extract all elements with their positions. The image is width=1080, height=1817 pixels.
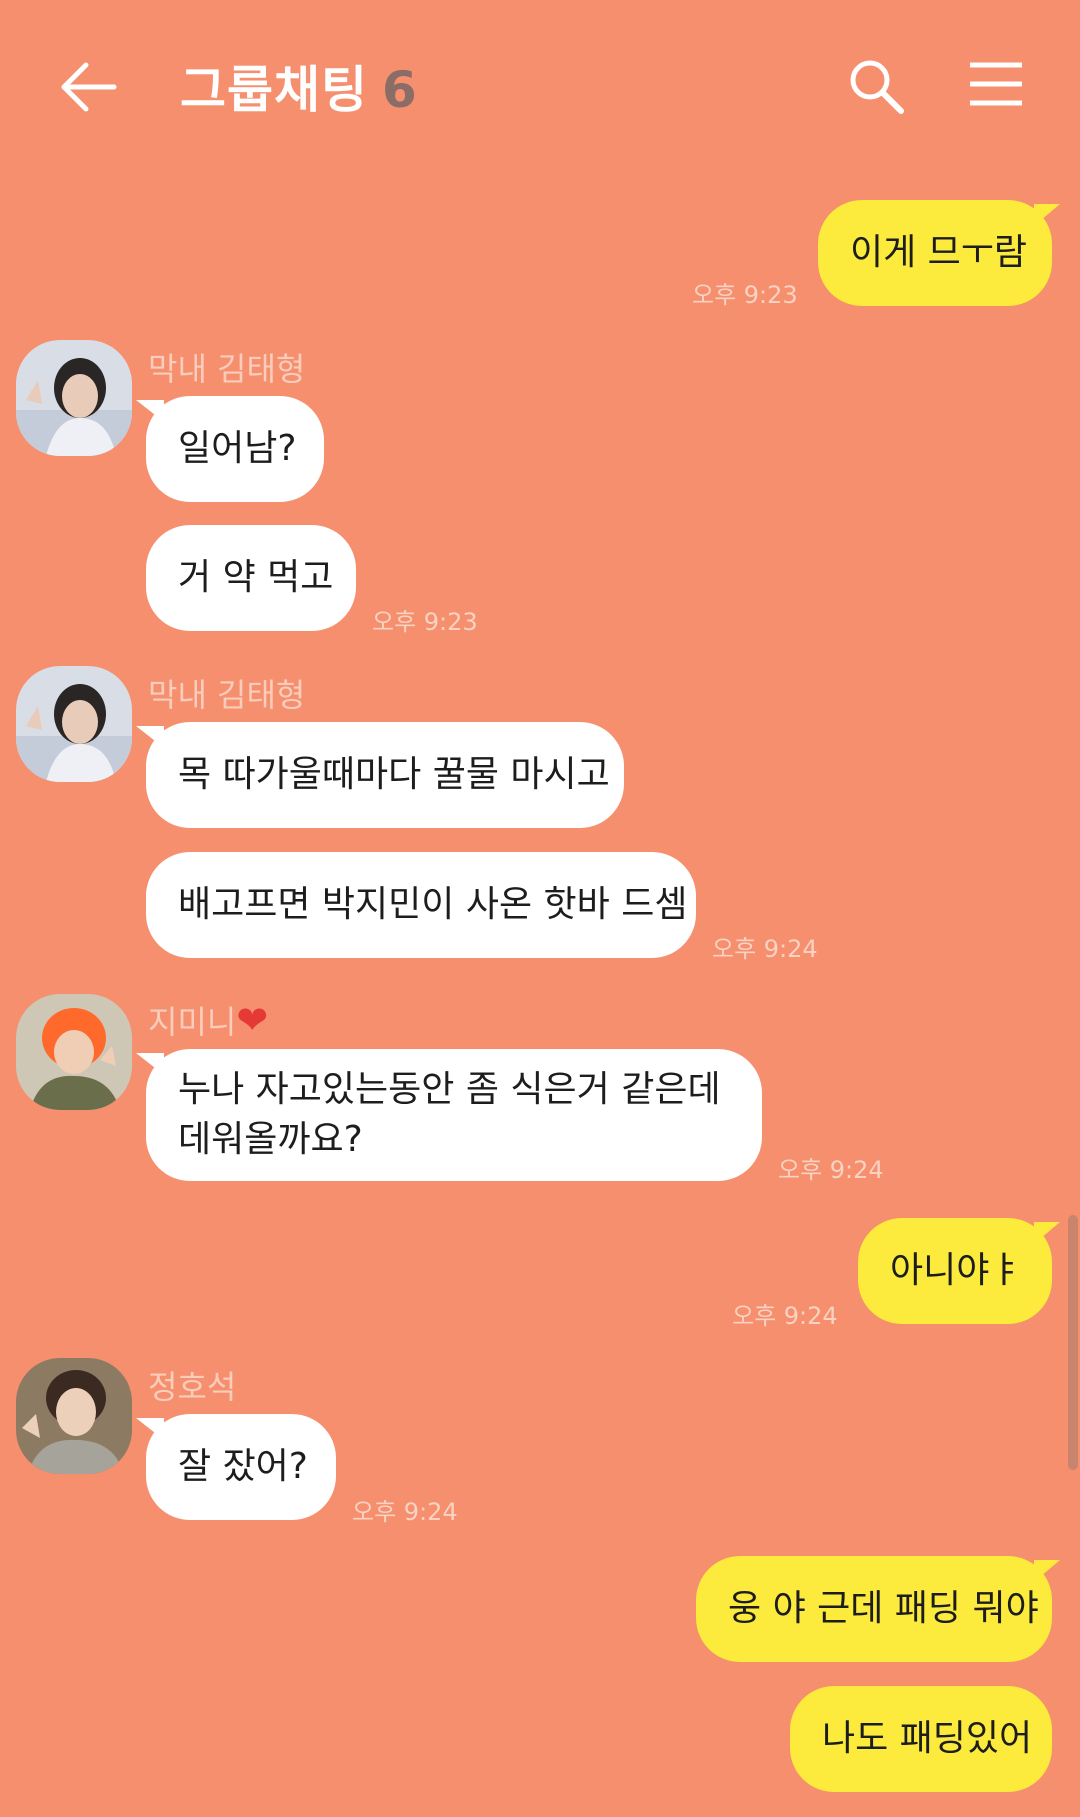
my-message-bubble[interactable]: 웅 야 근데 패딩 뭐야	[696, 1556, 1060, 1662]
other-message-bubble[interactable]: 누나 자고있는동안 좀 식은거 같은데 데워올까요?	[136, 1049, 762, 1181]
message-text: 웅 야 근데 패딩 뭐야	[728, 1588, 1039, 1629]
message-text: 잘 잤어?	[178, 1446, 308, 1487]
message-text: 목 따가울때마다 꿀물 마시고	[178, 754, 610, 795]
avatar-photo	[16, 666, 132, 782]
avatar-hoseok[interactable]	[16, 1358, 132, 1474]
message-time: 오후 9:24	[352, 1498, 458, 1526]
message-time: 오후 9:24	[778, 1156, 884, 1184]
message-text-line: 누나 자고있는동안 좀 식은거 같은데	[178, 1069, 721, 1110]
other-message-bubble[interactable]: 배고프면 박지민이 사온 핫바 드셈	[146, 852, 696, 958]
sender-name: 정호석	[148, 1368, 237, 1406]
avatar-taehyung[interactable]	[16, 340, 132, 456]
my-message-bubble[interactable]: 나도 패딩있어	[790, 1686, 1052, 1792]
avatar-photo	[16, 340, 132, 456]
other-message-bubble[interactable]: 일어남?	[136, 396, 324, 502]
sender-name: 막내 김태형	[148, 350, 306, 388]
sender-name: 막내 김태형	[148, 676, 306, 714]
avatar-jimin[interactable]	[16, 994, 132, 1110]
message-time: 오후 9:24	[712, 935, 818, 963]
avatar-photo	[16, 994, 132, 1110]
message-text: 나도 패딩있어	[822, 1718, 1033, 1759]
other-message-bubble[interactable]: 목 따가울때마다 꿀물 마시고	[136, 722, 624, 828]
message-time: 오후 9:24	[732, 1302, 838, 1330]
message-text: 이게 므ㅜ람	[850, 232, 1028, 273]
message-text: 배고프면 박지민이 사온 핫바 드셈	[178, 884, 688, 925]
heart-icon: ❤	[236, 998, 269, 1042]
message-time: 오후 9:23	[372, 608, 478, 636]
message-text: 아니야ㅑ	[890, 1250, 1023, 1291]
avatar-photo	[16, 1358, 132, 1474]
message-text-line: 데워올까요?	[178, 1119, 363, 1160]
message-text: 거 약 먹고	[178, 557, 334, 598]
my-message-bubble[interactable]: 아니야ㅑ	[858, 1218, 1060, 1324]
message-list[interactable]: 이게 므ㅜ람 오후 9:23 막내 김태형 일어남? 거 약 먹고 오후 9:2…	[0, 0, 1080, 1817]
sender-name: 지미니❤	[148, 997, 268, 1043]
scrollbar-thumb[interactable]	[1068, 1215, 1078, 1470]
message-text: 누나 자고있는동안 좀 식은거 같은데 데워올까요?	[178, 1065, 721, 1165]
message-time: 오후 9:23	[692, 281, 798, 309]
sender-name-text: 지미니	[148, 1003, 237, 1041]
avatar-taehyung[interactable]	[16, 666, 132, 782]
other-message-bubble[interactable]: 잘 잤어?	[136, 1414, 336, 1520]
my-message-bubble[interactable]: 이게 므ㅜ람	[818, 200, 1060, 306]
other-message-bubble[interactable]: 거 약 먹고	[146, 525, 356, 631]
message-text: 일어남?	[178, 428, 297, 469]
